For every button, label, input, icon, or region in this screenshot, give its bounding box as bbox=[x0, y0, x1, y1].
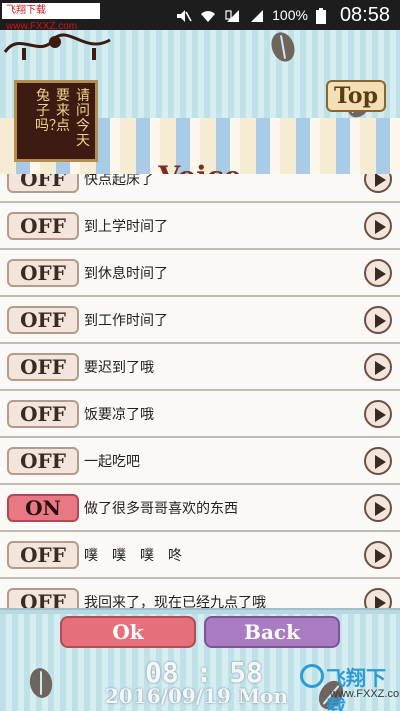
status-icons: 100% 08:58 bbox=[176, 0, 390, 30]
voice-label: 饭要凉了哦 bbox=[84, 406, 154, 423]
battery-icon bbox=[315, 8, 332, 24]
voice-toggle[interactable]: OFF bbox=[7, 540, 79, 569]
top-button[interactable]: Top bbox=[326, 80, 386, 112]
footer-date: 2016/09/19 Mon bbox=[105, 684, 288, 708]
voice-label: 噗 噗 噗 咚 bbox=[84, 547, 182, 564]
coffee-bean-icon bbox=[267, 30, 299, 65]
voice-row: OFF 我回来了，现在已经九点了哦 bbox=[0, 579, 400, 610]
voice-row: ON 做了很多哥哥喜欢的东西 bbox=[0, 485, 400, 532]
play-icon[interactable] bbox=[364, 352, 392, 381]
voice-row: OFF 一起吃吧 bbox=[0, 438, 400, 485]
status-bar: 飞翔下载 www.FXXZ.com 100% 08:58 bbox=[0, 0, 400, 32]
ok-button[interactable]: Ok bbox=[60, 616, 196, 648]
voice-label: 做了很多哥哥喜欢的东西 bbox=[84, 500, 238, 517]
play-icon[interactable] bbox=[364, 305, 392, 334]
list-bottom-border bbox=[0, 608, 400, 614]
voice-label: 到上学时间了 bbox=[84, 218, 168, 235]
voice-toggle[interactable]: OFF bbox=[7, 399, 79, 428]
voice-list[interactable]: OFF 快点起床了 OFF 到上学时间了 OFF 到休息时间了 OFF 到工作时… bbox=[0, 174, 400, 610]
mute-icon bbox=[176, 8, 192, 22]
voice-toggle[interactable]: OFF bbox=[7, 587, 79, 610]
signal-2-icon bbox=[248, 8, 264, 22]
cafe-signboard: 请问今天 要来点 兔子吗？ bbox=[14, 80, 98, 162]
sign-text: 请问今天 bbox=[76, 88, 90, 149]
voice-label: 到休息时间了 bbox=[84, 265, 168, 282]
play-icon[interactable] bbox=[364, 587, 392, 610]
watermark-top: 飞翔下载 www.FXXZ.com bbox=[2, 3, 100, 32]
back-button[interactable]: Back bbox=[204, 616, 340, 648]
voice-toggle[interactable]: OFF bbox=[7, 305, 79, 334]
watermark-text: 飞翔下载 bbox=[326, 668, 386, 711]
voice-toggle[interactable]: OFF bbox=[7, 211, 79, 240]
sign-text: 兔子吗？ bbox=[35, 88, 63, 134]
wifi-icon bbox=[200, 8, 216, 22]
voice-row: OFF 噗 噗 噗 咚 bbox=[0, 532, 400, 579]
voice-row: OFF 到上学时间了 bbox=[0, 203, 400, 250]
coffee-bean-icon bbox=[27, 666, 55, 700]
play-icon[interactable] bbox=[364, 540, 392, 569]
voice-row: OFF 饭要凉了哦 bbox=[0, 391, 400, 438]
play-icon[interactable] bbox=[364, 493, 392, 522]
voice-toggle[interactable]: ON bbox=[7, 493, 79, 522]
voice-label: 快点起床了 bbox=[84, 174, 154, 188]
play-icon[interactable] bbox=[364, 399, 392, 428]
watermark-bottom: 飞翔下载 www.FXXZ.com bbox=[300, 660, 400, 711]
voice-toggle[interactable]: OFF bbox=[7, 352, 79, 381]
voice-toggle[interactable]: OFF bbox=[7, 446, 79, 475]
battery-percent: 100% bbox=[272, 7, 308, 23]
voice-row: OFF 到休息时间了 bbox=[0, 250, 400, 297]
play-icon[interactable] bbox=[364, 174, 392, 193]
status-clock: 08:58 bbox=[339, 3, 390, 26]
voice-toggle[interactable]: OFF bbox=[7, 258, 79, 287]
voice-label: 到工作时间了 bbox=[84, 312, 168, 329]
voice-row: OFF 到工作时间了 bbox=[0, 297, 400, 344]
voice-row: OFF 要迟到了哦 bbox=[0, 344, 400, 391]
watermark-url: www.FXXZ.com bbox=[330, 688, 400, 700]
sign-ornament bbox=[3, 33, 111, 60]
voice-label: 一起吃吧 bbox=[84, 453, 140, 470]
voice-row: OFF 快点起床了 bbox=[0, 174, 400, 203]
play-icon[interactable] bbox=[364, 211, 392, 240]
app-screen: 请问今天 要来点 兔子吗？ Top Voice OFF 快点起床了 OFF 到上… bbox=[0, 30, 400, 711]
voice-label: 要迟到了哦 bbox=[84, 359, 154, 376]
watermark-logo-icon bbox=[300, 664, 324, 688]
play-icon[interactable] bbox=[364, 258, 392, 287]
signal-icon bbox=[224, 8, 240, 22]
voice-toggle[interactable]: OFF bbox=[7, 174, 79, 193]
play-icon[interactable] bbox=[364, 446, 392, 475]
